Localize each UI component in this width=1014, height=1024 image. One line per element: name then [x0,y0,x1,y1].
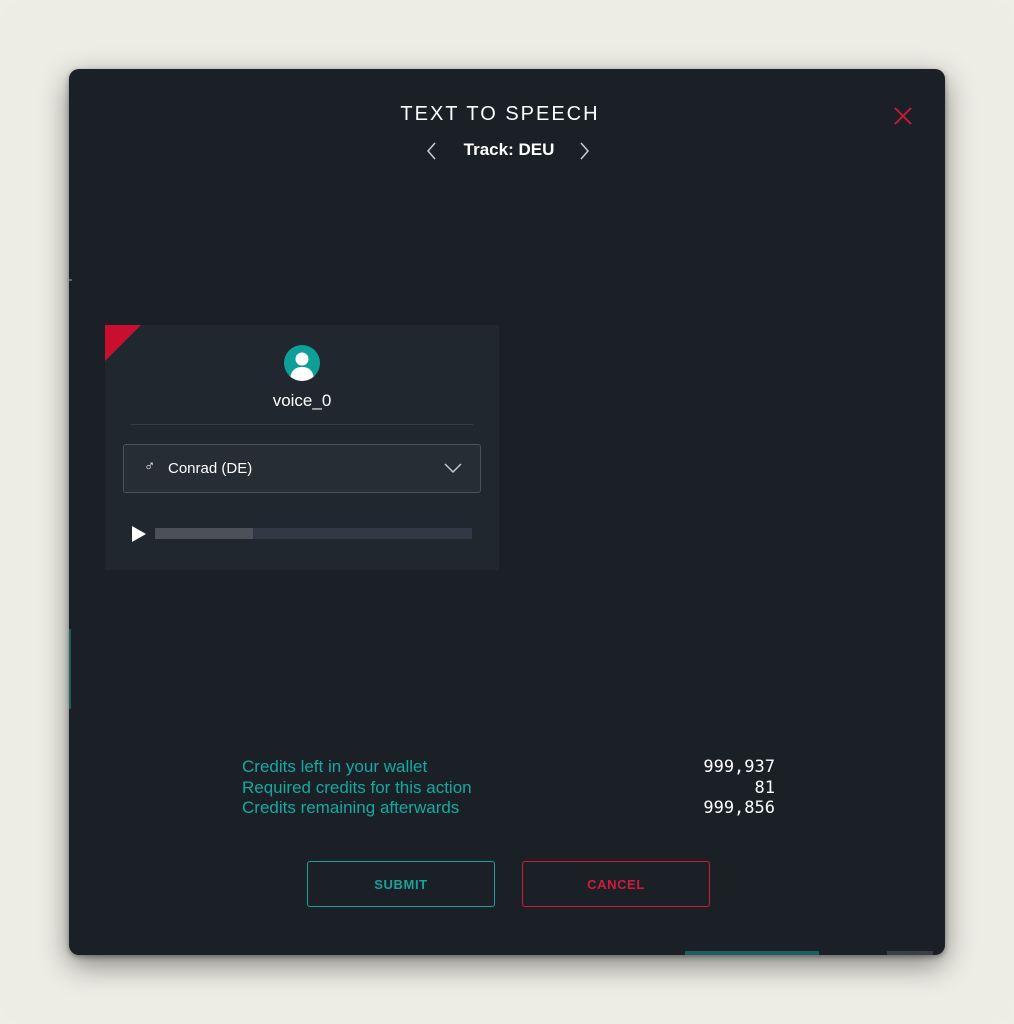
credits-summary: Credits left in your wallet 999,937 Requ… [242,757,775,819]
chevron-left-icon [427,142,436,160]
previous-track-button[interactable] [425,141,439,161]
credit-row-required: Required credits for this action 81 [242,778,775,799]
next-track-button[interactable] [577,141,591,161]
play-icon [132,526,146,542]
credit-label: Credits remaining afterwards [242,798,460,817]
credit-row-remaining: Credits remaining afterwards 999,856 [242,798,775,819]
voice-select-dropdown[interactable]: ♂ Conrad (DE) [123,444,481,493]
close-icon [894,107,912,125]
modal-title: TEXT TO SPEECH [400,103,600,125]
chevron-down-icon [444,463,462,473]
playback-progress-bar[interactable] [155,528,472,539]
text-to-speech-modal: TEXT TO SPEECH Track: DEU voice_0 ♂ Conr… [69,69,945,955]
submit-button[interactable]: SUBMIT [307,861,495,907]
play-button[interactable] [131,525,147,543]
credit-label: Required credits for this action [242,777,472,797]
credit-label: Credits left in your wallet [242,757,428,776]
credit-value: 999,856 [703,798,775,818]
card-divider [131,424,473,425]
background-tick [69,279,72,281]
male-icon: ♂ [144,458,156,475]
track-label: Track: DEU [463,140,555,159]
voice-card: voice_0 ♂ Conrad (DE) [105,325,499,570]
playback-progress-fill [155,528,254,539]
track-navigator: Track: DEU [69,139,945,163]
selected-corner-marker [105,325,141,361]
background-accent-strip [69,629,71,709]
selected-voice-value: Conrad (DE) [168,460,253,477]
close-button[interactable] [892,105,914,127]
page-background: TEXT TO SPEECH Track: DEU voice_0 ♂ Conr… [0,0,1014,1024]
cancel-button[interactable]: CANCEL [522,861,710,907]
audio-player [131,523,473,545]
background-bottom-bar [685,951,819,955]
chevron-right-icon [580,142,589,160]
voice-name: voice_0 [272,391,332,410]
credit-value: 81 [754,777,775,798]
background-bottom-bar-secondary [887,951,933,955]
user-icon [290,352,314,381]
credit-row-wallet: Credits left in your wallet 999,937 [242,757,775,778]
credit-value: 999,937 [703,757,775,777]
voice-avatar [284,345,320,381]
